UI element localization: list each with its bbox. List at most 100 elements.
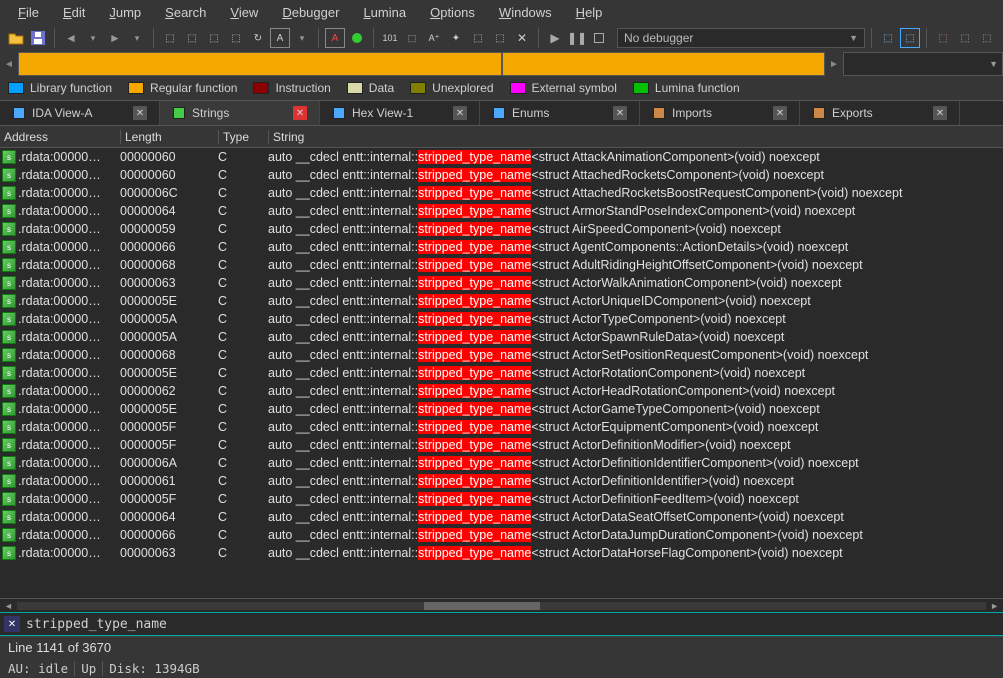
tab-close-button[interactable]: ✕: [453, 106, 467, 120]
search-close-button[interactable]: ✕: [4, 616, 20, 632]
tool-m-icon[interactable]: ⬚: [468, 28, 488, 48]
table-row[interactable]: s.rdata:00000…00000059Cauto __cdecl entt…: [0, 220, 1003, 238]
col-type[interactable]: Type: [218, 130, 268, 144]
col-string[interactable]: String: [268, 130, 1003, 144]
nav-fwd2-icon[interactable]: ▾: [127, 28, 147, 48]
legend-label: Library function: [30, 81, 112, 95]
cell-length: 00000063: [120, 546, 218, 560]
tab-icon: [12, 106, 26, 120]
debugger-select[interactable]: No debugger ▼: [617, 28, 865, 48]
table-row[interactable]: s.rdata:00000…00000060Cauto __cdecl entt…: [0, 148, 1003, 166]
tool-s-icon[interactable]: ⬚: [955, 28, 975, 48]
menu-options[interactable]: Options: [418, 3, 487, 22]
table-row[interactable]: s.rdata:00000…0000005ECauto __cdecl entt…: [0, 400, 1003, 418]
tool-h-icon[interactable]: A: [325, 28, 345, 48]
menu-windows[interactable]: Windows: [487, 3, 564, 22]
tab-imports[interactable]: Imports✕: [640, 101, 800, 125]
table-row[interactable]: s.rdata:00000…00000061Cauto __cdecl entt…: [0, 472, 1003, 490]
stop-icon[interactable]: [589, 28, 609, 48]
menu-view[interactable]: View: [218, 3, 270, 22]
menu-lumina[interactable]: Lumina: [351, 3, 418, 22]
menu-debugger[interactable]: Debugger: [270, 3, 351, 22]
tool-n-icon[interactable]: ⬚: [490, 28, 510, 48]
menu-help[interactable]: Help: [564, 3, 615, 22]
row-icon: s: [0, 150, 18, 164]
table-row[interactable]: s.rdata:00000…00000066Cauto __cdecl entt…: [0, 526, 1003, 544]
table-row[interactable]: s.rdata:00000…00000068Cauto __cdecl entt…: [0, 346, 1003, 364]
tool-b-icon[interactable]: ⬚: [182, 28, 202, 48]
open-icon[interactable]: [6, 28, 26, 48]
tab-label: Exports: [832, 106, 873, 120]
nav-combo[interactable]: ▼: [843, 52, 1003, 76]
table-row[interactable]: s.rdata:00000…0000005ECauto __cdecl entt…: [0, 364, 1003, 382]
menu-file[interactable]: File: [6, 3, 51, 22]
table-scroll[interactable]: s.rdata:00000…00000060Cauto __cdecl entt…: [0, 148, 1003, 598]
nav-back2-icon[interactable]: ▾: [83, 28, 103, 48]
nav-right-icon[interactable]: ►: [825, 52, 843, 76]
tab-close-button[interactable]: ✕: [613, 106, 627, 120]
nav-left-icon[interactable]: ◄: [0, 52, 18, 76]
tab-close-button[interactable]: ✕: [773, 106, 787, 120]
menu-search[interactable]: Search: [153, 3, 218, 22]
table-row[interactable]: s.rdata:00000…00000064Cauto __cdecl entt…: [0, 202, 1003, 220]
table-row[interactable]: s.rdata:00000…00000066Cauto __cdecl entt…: [0, 238, 1003, 256]
pause-icon[interactable]: ❚❚: [567, 28, 587, 48]
tool-g-icon[interactable]: ▾: [292, 28, 312, 48]
tab-exports[interactable]: Exports ✕: [800, 101, 960, 125]
tab-ida-view-a[interactable]: IDA View-A✕: [0, 101, 160, 125]
cell-address: .rdata:00000…: [18, 294, 120, 308]
col-address[interactable]: Address: [0, 130, 120, 144]
legend-swatch: [410, 82, 426, 94]
table-row[interactable]: s.rdata:00000…00000064Cauto __cdecl entt…: [0, 508, 1003, 526]
tab-close-button[interactable]: ✕: [293, 106, 307, 120]
tool-d-icon[interactable]: ⬚: [226, 28, 246, 48]
table-row[interactable]: s.rdata:00000…0000005ACauto __cdecl entt…: [0, 310, 1003, 328]
table-row[interactable]: s.rdata:00000…0000005ECauto __cdecl entt…: [0, 292, 1003, 310]
table-row[interactable]: s.rdata:00000…0000006CCauto __cdecl entt…: [0, 184, 1003, 202]
tool-j-icon[interactable]: ⬚: [402, 28, 422, 48]
tool-c-icon[interactable]: ⬚: [204, 28, 224, 48]
nav-overview-bar[interactable]: [18, 52, 502, 76]
play-icon[interactable]: ▶: [545, 28, 565, 48]
menu-edit[interactable]: Edit: [51, 3, 97, 22]
nav-overview-bar2[interactable]: [502, 52, 825, 76]
tab-enums[interactable]: Enums✕: [480, 101, 640, 125]
tool-i-icon[interactable]: 101: [380, 28, 400, 48]
search-input[interactable]: [26, 617, 999, 632]
table-row[interactable]: s.rdata:00000…00000063Cauto __cdecl entt…: [0, 274, 1003, 292]
tool-k-icon[interactable]: A⁺: [424, 28, 444, 48]
tool-x-icon[interactable]: ✕: [512, 28, 532, 48]
table-row[interactable]: s.rdata:00000…0000005FCauto __cdecl entt…: [0, 436, 1003, 454]
tool-a-icon[interactable]: ⬚: [160, 28, 180, 48]
tool-e-icon[interactable]: ↻: [248, 28, 268, 48]
tool-q-icon[interactable]: ⬚: [900, 28, 920, 48]
tab-close-button[interactable]: ✕: [133, 106, 147, 120]
cell-string: auto __cdecl entt::internal::stripped_ty…: [268, 348, 1003, 362]
tool-r-icon[interactable]: ⬚: [933, 28, 953, 48]
col-length[interactable]: Length: [120, 130, 218, 144]
tool-f-icon[interactable]: A: [270, 28, 290, 48]
green-dot-icon[interactable]: [347, 28, 367, 48]
cell-string: auto __cdecl entt::internal::stripped_ty…: [268, 294, 1003, 308]
tool-t-icon[interactable]: ⬚: [977, 28, 997, 48]
table-row[interactable]: s.rdata:00000…0000005FCauto __cdecl entt…: [0, 418, 1003, 436]
table-row[interactable]: s.rdata:00000…00000063Cauto __cdecl entt…: [0, 544, 1003, 562]
table-row[interactable]: s.rdata:00000…0000005ACauto __cdecl entt…: [0, 328, 1003, 346]
tool-p-icon[interactable]: ⬚: [878, 28, 898, 48]
nav-back-icon[interactable]: ◄: [61, 28, 81, 48]
tab-close-button[interactable]: ✕: [933, 106, 947, 120]
menu-jump[interactable]: Jump: [97, 3, 153, 22]
tab-hex-view-1[interactable]: Hex View-1✕: [320, 101, 480, 125]
table-row[interactable]: s.rdata:00000…0000005FCauto __cdecl entt…: [0, 490, 1003, 508]
table-row[interactable]: s.rdata:00000…00000068Cauto __cdecl entt…: [0, 256, 1003, 274]
table-row[interactable]: s.rdata:00000…0000006ACauto __cdecl entt…: [0, 454, 1003, 472]
table-row[interactable]: s.rdata:00000…00000062Cauto __cdecl entt…: [0, 382, 1003, 400]
save-icon[interactable]: [28, 28, 48, 48]
row-icon: s: [0, 438, 18, 452]
h-scrollbar[interactable]: ◄ ►: [0, 598, 1003, 612]
menubar: FileEditJumpSearchViewDebuggerLuminaOpti…: [0, 0, 1003, 24]
tab-strings[interactable]: Strings✕: [160, 101, 320, 125]
nav-fwd-icon[interactable]: ►: [105, 28, 125, 48]
tool-l-icon[interactable]: ✦: [446, 28, 466, 48]
table-row[interactable]: s.rdata:00000…00000060Cauto __cdecl entt…: [0, 166, 1003, 184]
